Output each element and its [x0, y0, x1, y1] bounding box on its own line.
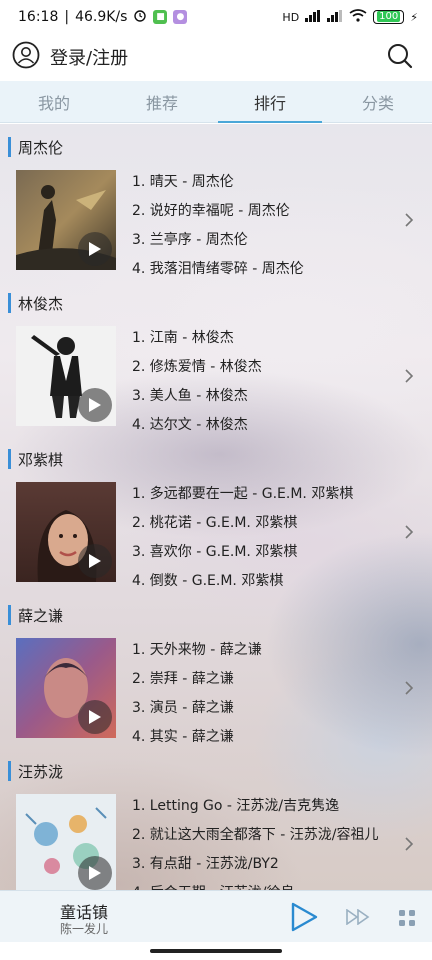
system-nav-bar	[0, 942, 432, 960]
section-title: 周杰伦	[18, 138, 64, 157]
song-item[interactable]: 1. 天外来物 - 薛之谦	[132, 636, 402, 665]
song-item[interactable]: 1. 江南 - 林俊杰	[132, 324, 402, 353]
search-icon[interactable]	[386, 42, 414, 74]
chevron-right-icon[interactable]	[404, 680, 414, 700]
ranking-section[interactable]: 汪苏泷 1. Letting Go - 汪苏泷/吉克隽逸 2. 就让这大雨全都落…	[0, 748, 432, 890]
play-icon[interactable]	[78, 700, 112, 734]
tab-category[interactable]: 分类	[324, 81, 432, 122]
song-item[interactable]: 3. 美人鱼 - 林俊杰	[132, 382, 402, 411]
album-cover[interactable]	[16, 170, 116, 270]
network-label: HD	[282, 10, 300, 24]
section-title: 薛之谦	[18, 606, 64, 625]
play-icon[interactable]	[78, 232, 112, 266]
song-item[interactable]: 2. 崇拜 - 薛之谦	[132, 665, 402, 694]
song-item[interactable]: 3. 有点甜 - 汪苏泷/BY2	[132, 850, 402, 879]
album-cover[interactable]	[16, 482, 116, 582]
chevron-right-icon[interactable]	[404, 212, 414, 232]
song-list: 1. 江南 - 林俊杰 2. 修炼爱情 - 林俊杰 3. 美人鱼 - 林俊杰 4…	[132, 324, 402, 440]
play-icon[interactable]	[78, 388, 112, 422]
section-accent-bar	[8, 605, 11, 625]
alarm-icon	[133, 8, 147, 26]
section-title: 汪苏泷	[18, 762, 64, 781]
song-list: 1. 晴天 - 周杰伦 2. 说好的幸福呢 - 周杰伦 3. 兰亭序 - 周杰伦…	[132, 168, 402, 284]
section-header: 林俊杰	[8, 292, 63, 314]
section-accent-bar	[8, 137, 11, 157]
album-cover[interactable]	[16, 794, 116, 890]
ranking-section[interactable]: 周杰伦 1. 晴天 - 周杰伦 2. 说好的幸福呢 - 周杰伦 3. 兰亭序 -…	[0, 124, 432, 279]
now-playing-artist: 陈一发儿	[60, 922, 109, 936]
status-time: 16:18	[18, 9, 59, 25]
album-cover[interactable]	[16, 638, 116, 738]
mini-player[interactable]: 童话镇 陈一发儿	[0, 890, 432, 942]
section-header: 周杰伦	[8, 136, 63, 158]
chevron-right-icon[interactable]	[404, 524, 414, 544]
section-accent-bar	[8, 293, 11, 313]
ranking-list: 周杰伦 1. 晴天 - 周杰伦 2. 说好的幸福呢 - 周杰伦 3. 兰亭序 -…	[0, 124, 432, 890]
tab-bar: 我的 推荐 排行 分类	[0, 81, 432, 123]
play-icon[interactable]	[78, 544, 112, 578]
battery-icon: 100	[373, 10, 405, 24]
song-item[interactable]: 4. 后会无期 - 汪苏泷/徐良	[132, 879, 402, 890]
status-speed: 46.9K/s	[75, 9, 128, 25]
song-item[interactable]: 2. 就让这大雨全都落下 - 汪苏泷/容祖儿	[132, 821, 402, 850]
status-left: 16:18 | 46.9K/s ■ ●	[18, 8, 188, 26]
tab-mine[interactable]: 我的	[0, 81, 108, 122]
song-list: 1. Letting Go - 汪苏泷/吉克隽逸 2. 就让这大雨全都落下 - …	[132, 792, 402, 890]
song-item[interactable]: 1. 多远都要在一起 - G.E.M. 邓紫棋	[132, 480, 402, 509]
song-item[interactable]: 2. 说好的幸福呢 - 周杰伦	[132, 197, 402, 226]
play-icon[interactable]	[290, 902, 318, 936]
song-item[interactable]: 3. 喜欢你 - G.E.M. 邓紫棋	[132, 538, 402, 567]
album-cover[interactable]	[16, 326, 116, 426]
battery-level: 100	[377, 11, 401, 22]
chevron-right-icon[interactable]	[404, 836, 414, 856]
home-indicator[interactable]	[150, 949, 282, 953]
app-badge-icon: ●	[173, 10, 188, 24]
song-item[interactable]: 2. 修炼爱情 - 林俊杰	[132, 353, 402, 382]
song-item[interactable]: 3. 演员 - 薛之谦	[132, 694, 402, 723]
section-accent-bar	[8, 449, 11, 469]
section-header: 邓紫棋	[8, 448, 63, 470]
ranking-section[interactable]: 邓紫棋 1. 多远都要在一起 - G.E.M. 邓紫棋 2. 桃花诺 - G.E…	[0, 436, 432, 591]
song-item[interactable]: 1. 晴天 - 周杰伦	[132, 168, 402, 197]
song-list: 1. 天外来物 - 薛之谦 2. 崇拜 - 薛之谦 3. 演员 - 薛之谦 4.…	[132, 636, 402, 752]
login-register-link[interactable]: 登录/注册	[50, 44, 128, 70]
song-item[interactable]: 3. 兰亭序 - 周杰伦	[132, 226, 402, 255]
status-right: HD 100 ⚡	[282, 9, 418, 25]
ranking-section[interactable]: 薛之谦 1. 天外来物 - 薛之谦 2. 崇拜 - 薛之谦 3. 演员 - 薛之…	[0, 592, 432, 747]
song-item[interactable]: 1. Letting Go - 汪苏泷/吉克隽逸	[132, 792, 402, 821]
signal-icon	[305, 9, 321, 25]
song-list: 1. 多远都要在一起 - G.E.M. 邓紫棋 2. 桃花诺 - G.E.M. …	[132, 480, 402, 596]
app-badge-icon: ■	[153, 10, 168, 24]
status-bar: 16:18 | 46.9K/s ■ ● HD 100 ⚡	[0, 0, 432, 34]
section-header: 薛之谦	[8, 604, 63, 626]
tab-ranking[interactable]: 排行	[216, 81, 324, 123]
section-title: 林俊杰	[18, 294, 64, 313]
user-circle-icon[interactable]	[12, 41, 40, 73]
grid-menu-icon[interactable]	[399, 910, 415, 930]
section-accent-bar	[8, 761, 11, 781]
app-header: 登录/注册	[0, 34, 432, 80]
charging-icon: ⚡	[410, 10, 418, 24]
tab-recommend[interactable]: 推荐	[108, 81, 216, 122]
status-divider: |	[64, 9, 70, 25]
ranking-section[interactable]: 林俊杰 1. 江南 - 林俊杰 2. 修炼爱情 - 林俊杰 3. 美人鱼 - 林…	[0, 280, 432, 435]
song-item[interactable]: 2. 桃花诺 - G.E.M. 邓紫棋	[132, 509, 402, 538]
section-header: 汪苏泷	[8, 760, 63, 782]
section-title: 邓紫棋	[18, 450, 64, 469]
signal-icon	[327, 9, 343, 25]
play-icon[interactable]	[78, 856, 112, 890]
chevron-right-icon[interactable]	[404, 368, 414, 388]
next-icon[interactable]	[346, 908, 370, 929]
wifi-icon	[349, 9, 367, 25]
